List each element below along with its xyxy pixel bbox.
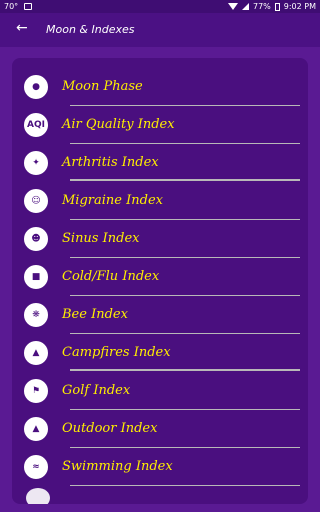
page-title: Moon & Indexes bbox=[46, 23, 135, 36]
list-item-cold-flu[interactable]: ■ Cold/Flu Index bbox=[20, 258, 300, 295]
list-item-label: Golf Index bbox=[62, 383, 131, 398]
partial-list-item-icon bbox=[26, 488, 50, 504]
list-item-campfires[interactable]: ▲ Campfires Index bbox=[20, 334, 300, 371]
divider bbox=[70, 485, 300, 486]
list-item-label: Sinus Index bbox=[62, 231, 140, 246]
campfire-icon: ▲ bbox=[22, 338, 50, 367]
swimming-icon: ≈ bbox=[22, 452, 50, 481]
sinus-icon: ☻ bbox=[22, 224, 50, 253]
signal-icon bbox=[241, 3, 249, 10]
list-item-bee[interactable]: ❋ Bee Index bbox=[20, 296, 300, 333]
status-bar: 70° 77% 9:02 PM bbox=[0, 0, 320, 13]
notification-icon bbox=[24, 3, 33, 10]
list-item-label: Migraine Index bbox=[62, 193, 163, 208]
list-item-sinus[interactable]: ☻ Sinus Index bbox=[20, 220, 300, 257]
battery-text: 77% bbox=[252, 2, 271, 11]
list-item-label: Moon Phase bbox=[62, 79, 143, 94]
toolbar: ← Moon & Indexes bbox=[0, 13, 320, 47]
outdoor-icon: ▲ bbox=[22, 414, 50, 443]
list-item-swimming[interactable]: ≈ Swimming Index bbox=[20, 448, 300, 485]
list-item-arthritis[interactable]: ✦ Arthritis Index bbox=[20, 144, 300, 181]
list-item-golf[interactable]: ⚑ Golf Index bbox=[20, 372, 300, 409]
wifi-icon bbox=[227, 3, 238, 10]
moon-icon: ● bbox=[22, 72, 50, 101]
aqi-icon: AQI bbox=[22, 110, 50, 139]
time-text: 9:02 PM bbox=[283, 2, 316, 11]
temperature-text: 70° bbox=[4, 2, 19, 11]
bee-icon: ❋ bbox=[22, 300, 50, 329]
list-item-label: Arthritis Index bbox=[62, 155, 159, 170]
list-item-outdoor[interactable]: ▲ Outdoor Index bbox=[20, 410, 300, 447]
index-list-panel: ● Moon Phase AQI Air Quality Index ✦ Art… bbox=[12, 58, 308, 504]
list-item-migraine[interactable]: ☺ Migraine Index bbox=[20, 182, 300, 219]
cold-flu-icon: ■ bbox=[22, 262, 50, 291]
list-item-label: Cold/Flu Index bbox=[62, 269, 160, 284]
list-item-label: Swimming Index bbox=[62, 459, 173, 474]
migraine-icon: ☺ bbox=[22, 186, 50, 215]
list-item-label: Air Quality Index bbox=[62, 117, 175, 132]
arthritis-icon: ✦ bbox=[22, 148, 50, 177]
battery-icon bbox=[274, 2, 280, 11]
list-item-label: Bee Index bbox=[62, 307, 128, 322]
divider bbox=[70, 369, 300, 371]
divider bbox=[70, 179, 300, 181]
list-item-air-quality[interactable]: AQI Air Quality Index bbox=[20, 106, 300, 143]
golf-icon: ⚑ bbox=[22, 376, 50, 405]
list-item-moon-phase[interactable]: ● Moon Phase bbox=[20, 68, 300, 105]
list-item-label: Campfires Index bbox=[62, 345, 171, 360]
list-item-label: Outdoor Index bbox=[62, 421, 158, 436]
back-arrow-icon[interactable]: ← bbox=[16, 21, 28, 35]
